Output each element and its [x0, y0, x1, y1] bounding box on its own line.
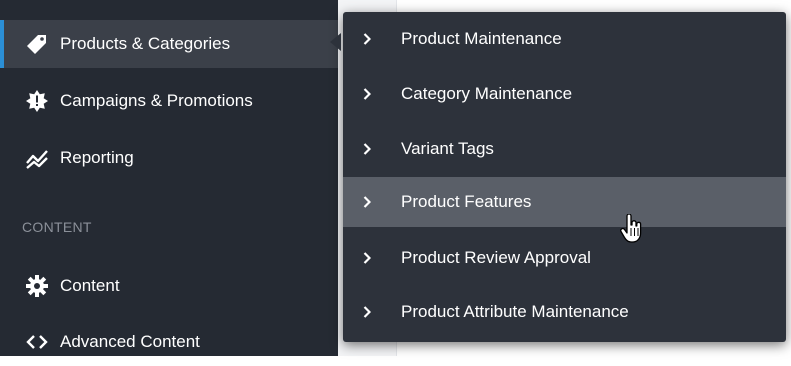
submenu-item-category-maintenance[interactable]: Category Maintenance: [343, 69, 786, 119]
submenu-item-product-review-approval[interactable]: Product Review Approval: [343, 233, 786, 283]
gear-icon: [26, 275, 48, 297]
submenu-item-label: Product Review Approval: [401, 248, 591, 267]
submenu-item-variant-tags[interactable]: Variant Tags: [343, 124, 786, 174]
sidebar-item-advanced-content[interactable]: Advanced Content: [0, 318, 338, 366]
submenu-item-product-maintenance[interactable]: Product Maintenance: [343, 14, 786, 64]
sidebar-item-label: Reporting: [60, 148, 134, 167]
submenu-item-label: Variant Tags: [401, 139, 494, 158]
submenu-item-label: Product Maintenance: [401, 29, 562, 48]
hand-pointer-cursor-icon: [620, 213, 644, 244]
section-heading-content: CONTENT: [22, 219, 92, 235]
code-icon: [26, 331, 48, 353]
submenu-item-label: Product Features: [401, 192, 532, 211]
submenu-item-product-features[interactable]: Product Features: [343, 177, 786, 227]
submenu-item-label: Product Attribute Maintenance: [401, 302, 629, 321]
sidebar-item-content[interactable]: Content: [0, 262, 338, 310]
chevron-right-icon: [363, 88, 373, 100]
submenu-item-label: Category Maintenance: [401, 84, 573, 103]
submenu-item-product-attribute-maintenance[interactable]: Product Attribute Maintenance: [343, 287, 786, 337]
chevron-right-icon: [363, 252, 373, 264]
sidebar-item-reporting[interactable]: Reporting: [0, 134, 338, 182]
sidebar-item-label: Products & Categories: [60, 34, 231, 53]
sidebar-item-label: Content: [60, 276, 120, 295]
products-submenu: Product Maintenance Category Maintenance…: [343, 12, 786, 342]
chevron-right-icon: [363, 143, 373, 155]
trend-chart-icon: [26, 147, 48, 169]
flyout-pointer: [330, 33, 341, 51]
sidebar-item-label: Campaigns & Promotions: [60, 91, 253, 110]
chevron-right-icon: [363, 196, 373, 208]
sidebar-item-campaigns-promotions[interactable]: Campaigns & Promotions: [0, 77, 338, 125]
tag-icon: [26, 33, 48, 55]
sidebar-item-products-categories[interactable]: Products & Categories: [0, 20, 338, 68]
sidebar-nav: Products & Categories Campaigns & Promot…: [0, 0, 338, 356]
sidebar-item-label: Advanced Content: [60, 332, 200, 351]
badge-icon: [26, 90, 48, 112]
chevron-right-icon: [363, 306, 373, 318]
chevron-right-icon: [363, 33, 373, 45]
